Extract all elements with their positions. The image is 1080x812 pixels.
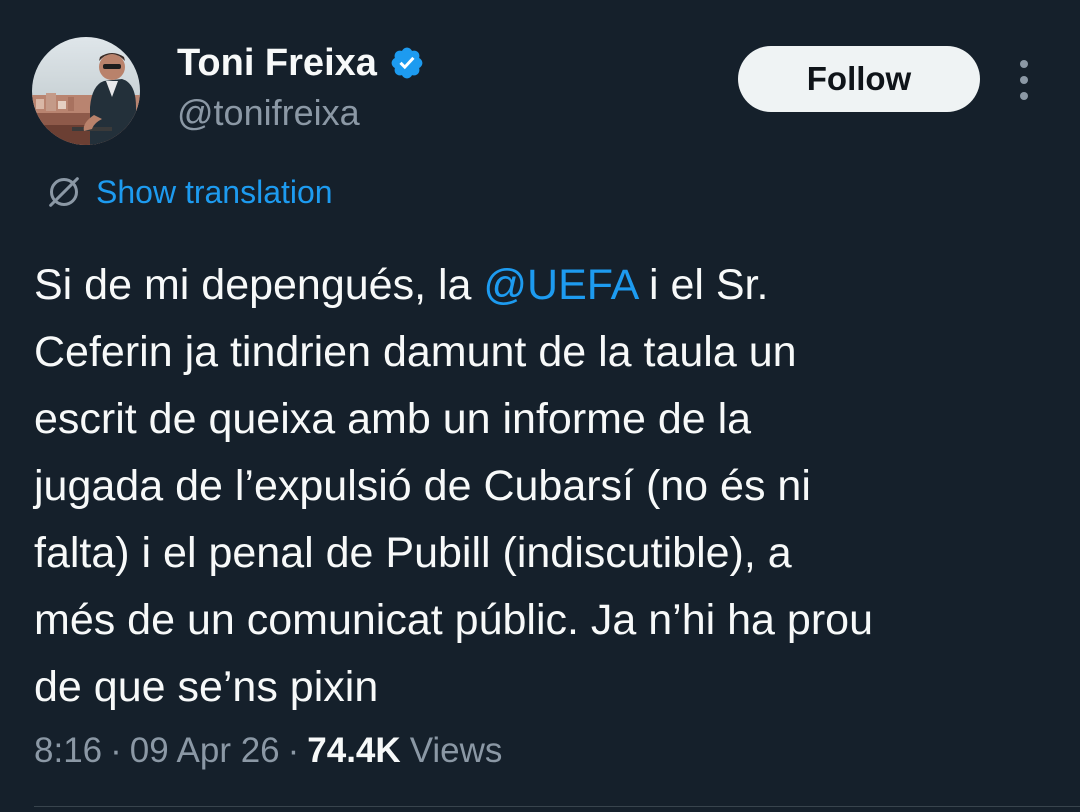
globe-icon xyxy=(49,177,79,207)
author-name-row[interactable]: Toni Freixa xyxy=(177,41,425,85)
author-handle[interactable]: @tonifreixa xyxy=(177,91,360,135)
avatar[interactable] xyxy=(32,37,140,145)
tweet-text-start: Si de mi depengués, la xyxy=(34,261,484,309)
tweet-time[interactable]: 8:16 xyxy=(34,727,102,775)
divider xyxy=(34,806,1080,807)
meta-separator: · xyxy=(287,731,300,770)
show-translation-link[interactable]: Show translation xyxy=(44,170,333,214)
tweet-text-rest: i el Sr. Ceferin ja tindrien damunt de l… xyxy=(34,261,873,711)
meta-separator: · xyxy=(110,731,122,770)
tweet-text: Si de mi depengués, la @UEFA i el Sr. Ce… xyxy=(34,252,1054,721)
mention-link[interactable]: @UEFA xyxy=(483,261,637,309)
show-translation-label[interactable]: Show translation xyxy=(96,174,333,211)
profile-photo xyxy=(32,37,140,145)
views-label[interactable]: Views xyxy=(410,727,503,775)
views-count[interactable]: 74.4K xyxy=(307,727,400,775)
tweet-meta: 8:16 · 09 Apr 26 · 74.4K Views xyxy=(34,727,502,775)
tweet-date[interactable]: 09 Apr 26 xyxy=(130,727,280,775)
follow-button[interactable]: Follow xyxy=(738,46,980,112)
more-vertical-icon[interactable] xyxy=(1012,60,1036,100)
author-display-name[interactable]: Toni Freixa xyxy=(177,41,377,85)
verified-badge-icon[interactable] xyxy=(389,45,425,81)
